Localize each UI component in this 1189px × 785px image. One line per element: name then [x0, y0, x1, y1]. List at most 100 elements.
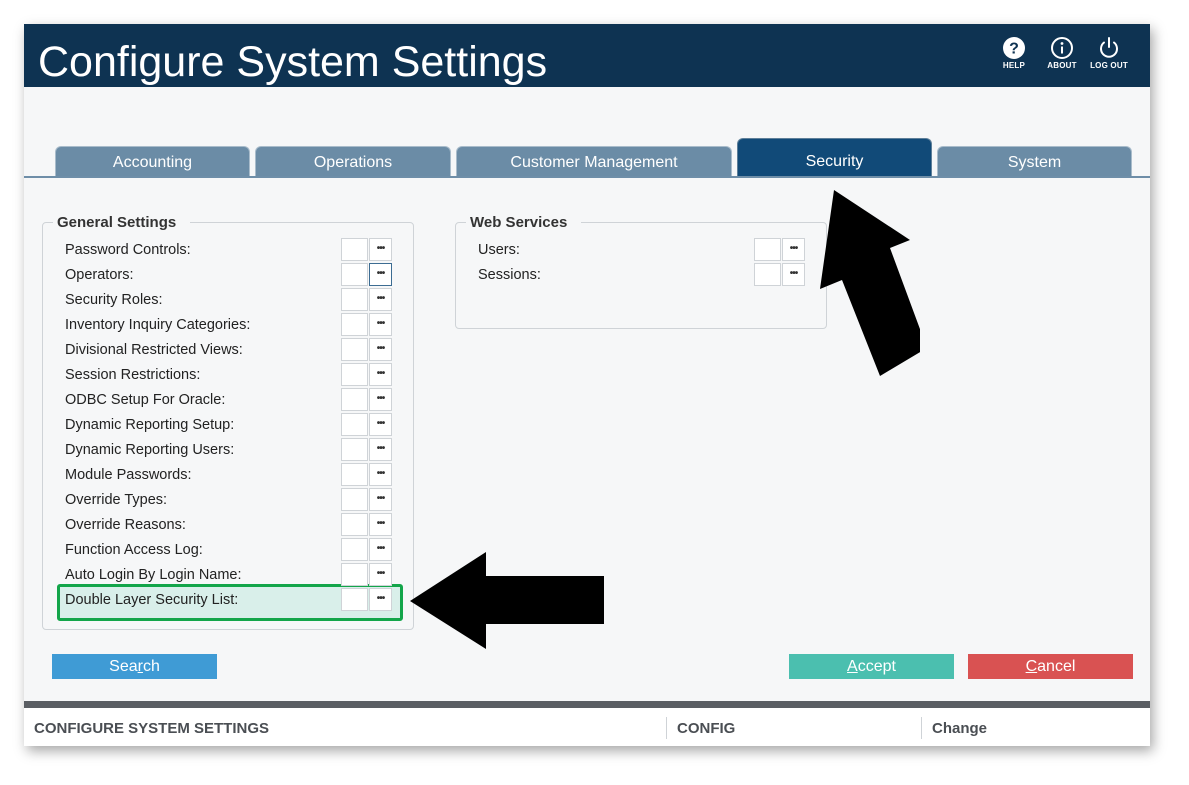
setting-label: Module Passwords: — [65, 467, 192, 483]
ellipsis-button[interactable]: ••• — [369, 513, 392, 536]
ellipsis-button[interactable]: ••• — [782, 263, 805, 286]
ellipsis-button[interactable]: ••• — [369, 488, 392, 511]
setting-row-operators: Operators: ••• — [53, 263, 413, 288]
about-button[interactable]: ABOUT — [1040, 36, 1084, 70]
search-button[interactable]: Search — [52, 654, 217, 679]
setting-checkbox[interactable] — [341, 413, 368, 436]
setting-checkbox[interactable] — [341, 388, 368, 411]
setting-label: Security Roles: — [65, 292, 163, 308]
setting-row-inventory-inquiry-categories: Inventory Inquiry Categories: ••• — [53, 313, 413, 338]
setting-checkbox[interactable] — [754, 238, 781, 261]
ellipsis-button[interactable]: ••• — [369, 363, 392, 386]
status-separator — [666, 717, 667, 739]
setting-checkbox[interactable] — [341, 538, 368, 561]
setting-checkbox[interactable] — [341, 588, 368, 611]
status-screen-name: CONFIGURE SYSTEM SETTINGS — [34, 720, 270, 737]
search-label-pre: Sea — [109, 658, 138, 675]
accept-button[interactable]: Accept — [789, 654, 954, 679]
setting-label: Sessions: — [478, 267, 541, 283]
tab-security[interactable]: Security — [737, 138, 932, 177]
setting-row-divisional-restricted-views: Divisional Restricted Views: ••• — [53, 338, 413, 363]
help-icon: ? — [1003, 37, 1025, 59]
power-icon — [1100, 37, 1118, 58]
setting-row-module-passwords: Module Passwords: ••• — [53, 463, 413, 488]
web-services-legend: Web Services — [470, 214, 568, 231]
status-separator — [921, 717, 922, 739]
setting-checkbox[interactable] — [341, 488, 368, 511]
setting-checkbox[interactable] — [341, 313, 368, 336]
setting-checkbox[interactable] — [754, 263, 781, 286]
ellipsis-button[interactable]: ••• — [782, 238, 805, 261]
ellipsis-button[interactable]: ••• — [369, 313, 392, 336]
ellipsis-button[interactable]: ••• — [369, 338, 392, 361]
ellipsis-button[interactable]: ••• — [369, 538, 392, 561]
accept-label-post: ccept — [857, 658, 896, 675]
setting-checkbox[interactable] — [341, 363, 368, 386]
logout-button[interactable]: LOG OUT — [1087, 36, 1131, 70]
setting-row-dynamic-reporting-users: Dynamic Reporting Users: ••• — [53, 438, 413, 463]
cancel-label-key: C — [1025, 658, 1038, 675]
status-bar: CONFIGURE SYSTEM SETTINGS CONFIG Change — [24, 708, 1150, 746]
setting-label: Override Types: — [65, 492, 168, 508]
setting-row-odbc-setup-for-oracle: ODBC Setup For Oracle: ••• — [53, 388, 413, 413]
ellipsis-button[interactable]: ••• — [369, 463, 392, 486]
help-label: HELP — [1002, 61, 1026, 70]
setting-label: Function Access Log: — [65, 542, 203, 558]
setting-label: Inventory Inquiry Categories: — [65, 317, 251, 333]
tab-customer-management[interactable]: Customer Management — [456, 146, 732, 177]
setting-label: Divisional Restricted Views: — [65, 342, 243, 358]
setting-row-override-types: Override Types: ••• — [53, 488, 413, 513]
ellipsis-button[interactable]: ••• — [369, 288, 392, 311]
tab-underline — [24, 176, 1150, 178]
setting-label: Auto Login By Login Name: — [65, 567, 242, 583]
cancel-button[interactable]: Cancel — [968, 654, 1133, 679]
tab-system[interactable]: System — [937, 146, 1132, 177]
about-label: ABOUT — [1047, 61, 1077, 70]
setting-row-password-controls: Password Controls: ••• — [53, 238, 413, 263]
setting-checkbox[interactable] — [341, 463, 368, 486]
setting-label: Dynamic Reporting Users: — [65, 442, 235, 458]
svg-text:?: ? — [1009, 41, 1019, 58]
title-bar: Configure System Settings ? HELP ABOUT L… — [24, 24, 1150, 87]
setting-row-users: Users: ••• — [466, 238, 826, 263]
setting-checkbox[interactable] — [341, 513, 368, 536]
ellipsis-button[interactable]: ••• — [369, 563, 392, 586]
cancel-label-post: ancel — [1037, 658, 1076, 675]
setting-checkbox[interactable] — [341, 238, 368, 261]
ellipsis-button[interactable]: ••• — [369, 588, 392, 611]
setting-label: Password Controls: — [65, 242, 191, 258]
ellipsis-button[interactable]: ••• — [369, 388, 392, 411]
status-module: CONFIG — [677, 720, 736, 737]
setting-row-sessions: Sessions: ••• — [466, 263, 826, 288]
tab-bar: Accounting Operations Customer Managemen… — [24, 138, 1150, 178]
tab-accounting[interactable]: Accounting — [55, 146, 250, 177]
setting-checkbox[interactable] — [341, 288, 368, 311]
setting-row-security-roles: Security Roles: ••• — [53, 288, 413, 313]
help-button[interactable]: ? HELP — [992, 36, 1036, 70]
setting-row-override-reasons: Override Reasons: ••• — [53, 513, 413, 538]
accept-label-key: A — [847, 658, 858, 675]
setting-label: Session Restrictions: — [65, 367, 201, 383]
tab-operations[interactable]: Operations — [255, 146, 451, 177]
page-title: Configure System Settings — [38, 38, 548, 86]
setting-checkbox[interactable] — [341, 338, 368, 361]
setting-row-function-access-log: Function Access Log: ••• — [53, 538, 413, 563]
setting-label: Double Layer Security List: — [65, 592, 239, 608]
setting-checkbox[interactable] — [341, 438, 368, 461]
general-settings-legend: General Settings — [57, 214, 177, 231]
setting-row-double-layer-security-list: Double Layer Security List: ••• — [53, 588, 413, 613]
ellipsis-button[interactable]: ••• — [369, 413, 392, 436]
setting-row-session-restrictions: Session Restrictions: ••• — [53, 363, 413, 388]
setting-label: Override Reasons: — [65, 517, 186, 533]
status-mode: Change — [932, 720, 988, 737]
ellipsis-button[interactable]: ••• — [369, 263, 392, 286]
setting-checkbox[interactable] — [341, 263, 368, 286]
setting-label: Dynamic Reporting Setup: — [65, 417, 235, 433]
ellipsis-button[interactable]: ••• — [369, 238, 392, 261]
setting-label: Users: — [478, 242, 520, 258]
logout-label: LOG OUT — [1090, 61, 1128, 70]
arrow-left-icon — [410, 552, 604, 649]
ellipsis-button[interactable]: ••• — [369, 438, 392, 461]
setting-checkbox[interactable] — [341, 563, 368, 586]
statusbar-divider — [24, 701, 1150, 708]
